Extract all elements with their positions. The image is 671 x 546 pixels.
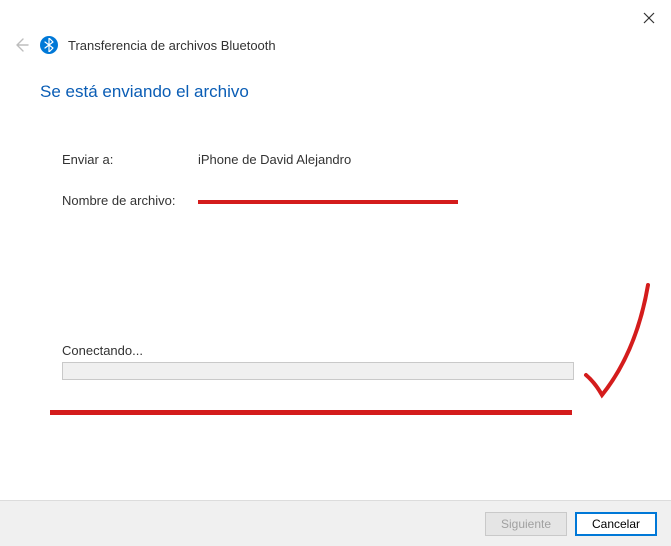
- send-to-row: Enviar a: iPhone de David Alejandro: [62, 152, 351, 167]
- close-button[interactable]: [639, 8, 659, 28]
- page-title: Se está enviando el archivo: [40, 82, 249, 102]
- send-to-value: iPhone de David Alejandro: [198, 152, 351, 167]
- window-title: Transferencia de archivos Bluetooth: [68, 38, 276, 53]
- progress-bar: [62, 362, 574, 380]
- annotation-checkmark-icon: [580, 280, 660, 410]
- send-to-label: Enviar a:: [62, 152, 198, 167]
- filename-row: Nombre de archivo:: [62, 193, 198, 208]
- next-button: Siguiente: [485, 512, 567, 536]
- back-button[interactable]: [12, 36, 30, 54]
- bluetooth-icon: [40, 36, 58, 54]
- status-label: Conectando...: [62, 343, 143, 358]
- cancel-button[interactable]: Cancelar: [575, 512, 657, 536]
- back-arrow-icon: [13, 37, 29, 53]
- footer: Siguiente Cancelar: [0, 500, 671, 546]
- annotation-redline-filename: [198, 200, 458, 204]
- annotation-redline-progress: [50, 410, 572, 415]
- filename-label: Nombre de archivo:: [62, 193, 198, 208]
- close-icon: [643, 12, 655, 24]
- header-row: Transferencia de archivos Bluetooth: [12, 36, 276, 54]
